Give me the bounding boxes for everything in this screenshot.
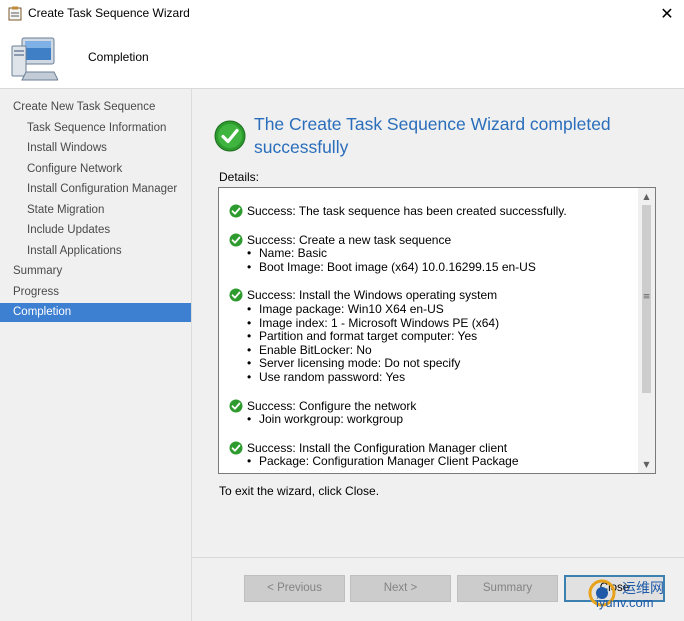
sidebar-item-create-new-task-sequence: Create New Task Sequence: [13, 101, 156, 113]
detail-bullet: Boot Image: Boot image (x64) 10.0.16299.…: [229, 260, 639, 275]
success-check-icon: [229, 233, 243, 247]
detail-entry-head: Success: Create a new task sequence: [229, 232, 639, 248]
sidebar-item-install-windows: Install Windows: [27, 142, 107, 154]
detail-entry-text: Success: Configure the network: [247, 398, 417, 413]
previous-button[interactable]: < Previous: [244, 575, 345, 602]
sidebar-item-configure-network: Configure Network: [27, 163, 123, 175]
watermark: 运维网 iyunv.com: [582, 573, 684, 621]
detail-entry: Success: Install the Windows operating s…: [229, 289, 639, 384]
detail-bullet: Server licensing mode: Do not specify: [229, 357, 639, 371]
success-check-icon: [229, 441, 243, 455]
sidebar-item-install-configuration-manager: Install Configuration Manager: [27, 183, 178, 195]
detail-bullet: Image index: 1 - Microsoft Windows PE (x…: [229, 316, 639, 331]
grip-icon: ≡: [642, 292, 651, 302]
success-check-icon: [214, 120, 246, 152]
success-check-icon: [229, 204, 243, 218]
watermark-text-url: iyunv.com: [596, 595, 654, 610]
success-check-icon: [229, 288, 243, 302]
sidebar-item-progress: Progress: [13, 286, 60, 298]
next-button[interactable]: Next >: [350, 575, 451, 602]
scroll-down-arrow-icon[interactable]: ▼: [638, 456, 655, 473]
detail-entry: Success: Install the Configuration Manag…: [229, 440, 639, 469]
details-box[interactable]: Success: The task sequence has been crea…: [218, 187, 656, 474]
sidebar-item-summary: Summary: [13, 265, 63, 277]
header-title: Completion: [88, 50, 149, 64]
detail-entry-head: Success: Install the Windows operating s…: [229, 289, 639, 303]
detail-entry-text: Success: Install the Configuration Manag…: [247, 440, 508, 455]
computer-icon: [11, 37, 58, 81]
completion-heading: The Create Task Sequence Wizard complete…: [254, 114, 611, 157]
detail-entry-text: Success: Install the Windows operating s…: [247, 288, 498, 303]
sidebar-item-completion: Completion: [0, 303, 191, 322]
detail-bullet: Name: Basic: [229, 247, 639, 261]
wizard-header: Completion: [0, 28, 684, 89]
detail-bullet: Partition and format target computer: Ye…: [229, 330, 639, 344]
wizard-steps-sidebar: Create New Task Sequence Task Sequence I…: [0, 89, 192, 621]
detail-entry: Success: Configure the network Join work…: [229, 398, 639, 427]
details-content: Success: The task sequence has been crea…: [229, 204, 639, 473]
detail-entry-text: Success: Create a new task sequence: [247, 232, 452, 247]
detail-bullet: Enable BitLocker: No: [229, 343, 639, 358]
detail-entry-head: Success: Install the Configuration Manag…: [229, 440, 639, 456]
clipboard-icon: [8, 6, 22, 21]
scroll-up-arrow-icon[interactable]: ▲: [638, 188, 655, 205]
sidebar-item-task-sequence-information: Task Sequence Information: [27, 122, 167, 134]
detail-entry: Success: Create a new task sequence Name…: [229, 232, 639, 275]
detail-bullet: Use random password: Yes: [229, 370, 639, 385]
sidebar-item-install-applications: Install Applications: [27, 245, 122, 257]
detail-entry: Success: The task sequence has been crea…: [229, 204, 639, 219]
detail-bullet: Join workgroup: workgroup: [229, 413, 639, 427]
summary-button[interactable]: Summary: [457, 575, 558, 602]
details-label: Details:: [219, 170, 260, 184]
detail-entry-head: Success: Configure the network: [229, 398, 639, 414]
scroll-thumb[interactable]: ≡: [642, 205, 651, 393]
button-separator: [192, 557, 684, 558]
title-bar: Create Task Sequence Wizard ✕: [0, 0, 684, 28]
sidebar-item-state-migration: State Migration: [27, 204, 105, 216]
exit-instructions: To exit the wizard, click Close.: [219, 484, 380, 498]
window-title: Create Task Sequence Wizard: [28, 6, 190, 20]
close-window-button[interactable]: ✕: [650, 0, 684, 28]
detail-entry-text: Success: The task sequence has been crea…: [247, 204, 567, 218]
detail-bullet: Package: Configuration Manager Client Pa…: [229, 455, 639, 469]
sidebar-item-include-updates: Include Updates: [27, 224, 111, 236]
success-check-icon: [229, 399, 243, 413]
detail-bullet: Image package: Win10 X64 en-US: [229, 302, 639, 317]
details-scrollbar[interactable]: ▲ ≡ ▼: [638, 188, 655, 473]
detail-entry-head: Success: The task sequence has been crea…: [229, 204, 639, 219]
